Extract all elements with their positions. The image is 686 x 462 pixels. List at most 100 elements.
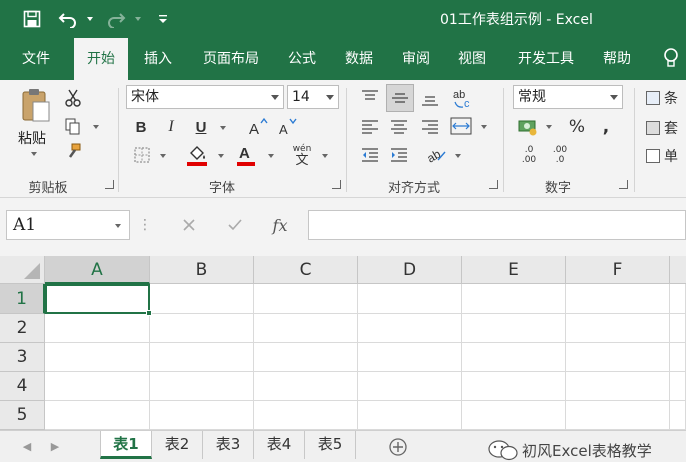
- formula-input[interactable]: [308, 210, 686, 240]
- column-header-b[interactable]: B: [150, 256, 254, 284]
- selected-cell-a1[interactable]: [45, 284, 152, 316]
- row-header-2[interactable]: 2: [0, 314, 45, 343]
- cell-f1[interactable]: [566, 284, 670, 314]
- cell-a4[interactable]: [45, 372, 150, 401]
- cell-e5[interactable]: [462, 401, 566, 430]
- borders-icon[interactable]: [130, 144, 154, 166]
- tab-data[interactable]: 数据: [336, 38, 382, 80]
- column-header-c[interactable]: C: [254, 256, 358, 284]
- cut-scissors-icon[interactable]: [62, 88, 84, 108]
- redo-icon[interactable]: [104, 8, 128, 30]
- tab-developer[interactable]: 开发工具: [508, 38, 584, 80]
- increase-decimal-button[interactable]: .0 .00: [515, 142, 543, 168]
- number-launcher-icon[interactable]: [619, 180, 628, 189]
- cell-f2[interactable]: [566, 314, 670, 343]
- bold-button[interactable]: B: [130, 116, 152, 138]
- borders-dropdown-icon[interactable]: [160, 154, 166, 158]
- middle-align-icon[interactable]: [386, 84, 414, 112]
- cell-g4[interactable]: [670, 372, 686, 401]
- format-as-table-button[interactable]: 套: [646, 116, 686, 140]
- row-header-4[interactable]: 4: [0, 372, 45, 401]
- cell-c1[interactable]: [254, 284, 358, 314]
- paste-clipboard-icon[interactable]: [16, 86, 54, 124]
- comma-style-button[interactable]: ,: [596, 116, 616, 138]
- decrease-decimal-button[interactable]: .00 .0: [546, 142, 574, 168]
- sheet-tab-1[interactable]: 表1: [100, 431, 152, 459]
- merge-dropdown-icon[interactable]: [481, 125, 487, 129]
- tab-help[interactable]: 帮助: [594, 38, 640, 80]
- clipboard-launcher-icon[interactable]: [105, 180, 114, 189]
- underline-dropdown-icon[interactable]: [220, 126, 226, 130]
- cell-g5[interactable]: [670, 401, 686, 430]
- fill-handle[interactable]: [146, 310, 152, 316]
- select-all-corner[interactable]: [0, 256, 45, 284]
- row-header-1[interactable]: 1: [0, 284, 45, 314]
- cell-b4[interactable]: [150, 372, 254, 401]
- paste-dropdown-icon[interactable]: [31, 152, 37, 156]
- confirm-entry-icon[interactable]: [222, 212, 248, 238]
- cell-a2[interactable]: [45, 314, 150, 343]
- tab-home[interactable]: 开始: [74, 38, 128, 80]
- align-right-icon[interactable]: [417, 116, 443, 138]
- formula-bar-grip-icon[interactable]: ⋮: [138, 214, 152, 236]
- cell-b3[interactable]: [150, 343, 254, 372]
- save-icon[interactable]: [20, 8, 44, 30]
- align-left-icon[interactable]: [357, 116, 383, 138]
- cancel-entry-icon[interactable]: [176, 212, 202, 238]
- number-format-select[interactable]: 常规: [513, 85, 623, 109]
- cell-e2[interactable]: [462, 314, 566, 343]
- orientation-icon[interactable]: ab c: [449, 84, 477, 112]
- sheet-tab-4[interactable]: 表4: [254, 431, 305, 459]
- decrease-font-size-icon[interactable]: A: [276, 116, 300, 138]
- copy-icon[interactable]: [62, 116, 84, 136]
- text-direction-icon[interactable]: ab: [424, 144, 448, 166]
- cell-e1[interactable]: [462, 284, 566, 314]
- font-launcher-icon[interactable]: [332, 180, 341, 189]
- phonetic-guide-button[interactable]: wén 文: [288, 142, 316, 170]
- accounting-dropdown-icon[interactable]: [546, 125, 552, 129]
- alignment-launcher-icon[interactable]: [489, 180, 498, 189]
- new-sheet-icon[interactable]: [386, 435, 410, 459]
- merge-center-icon[interactable]: [449, 114, 473, 138]
- font-name-select[interactable]: 宋体: [126, 85, 284, 109]
- tab-file[interactable]: 文件: [10, 38, 62, 80]
- decrease-indent-icon[interactable]: [357, 144, 383, 166]
- increase-indent-icon[interactable]: [386, 144, 412, 166]
- sheet-tab-5[interactable]: 表5: [305, 431, 356, 459]
- italic-button[interactable]: I: [160, 116, 182, 138]
- undo-icon[interactable]: [56, 8, 80, 30]
- underline-button[interactable]: U: [190, 116, 212, 138]
- cell-c5[interactable]: [254, 401, 358, 430]
- tab-insert[interactable]: 插入: [134, 38, 182, 80]
- tab-review[interactable]: 审阅: [394, 38, 438, 80]
- font-size-select[interactable]: 14: [287, 85, 339, 109]
- cell-b1[interactable]: [150, 284, 254, 314]
- cell-f5[interactable]: [566, 401, 670, 430]
- undo-dropdown-icon[interactable]: [84, 8, 96, 30]
- text-direction-dropdown-icon[interactable]: [455, 154, 461, 158]
- format-painter-icon[interactable]: [62, 142, 84, 162]
- cell-d3[interactable]: [358, 343, 462, 372]
- top-align-icon[interactable]: [357, 86, 383, 110]
- cell-d1[interactable]: [358, 284, 462, 314]
- sheet-tab-2[interactable]: 表2: [152, 431, 203, 459]
- cell-e3[interactable]: [462, 343, 566, 372]
- column-header-e[interactable]: E: [462, 256, 566, 284]
- conditional-formatting-button[interactable]: 条: [646, 86, 686, 110]
- customize-qat-icon[interactable]: [156, 8, 170, 30]
- bottom-align-icon[interactable]: [417, 86, 443, 110]
- cell-d4[interactable]: [358, 372, 462, 401]
- column-header-g[interactable]: [670, 256, 686, 284]
- accounting-format-icon[interactable]: [515, 116, 541, 138]
- font-color-icon[interactable]: A: [234, 142, 258, 168]
- tell-me-lightbulb-icon[interactable]: [660, 48, 682, 70]
- paste-label[interactable]: 粘贴: [18, 128, 46, 148]
- cell-g2[interactable]: [670, 314, 686, 343]
- copy-dropdown-icon[interactable]: [93, 125, 99, 129]
- cell-b5[interactable]: [150, 401, 254, 430]
- cell-e4[interactable]: [462, 372, 566, 401]
- row-header-3[interactable]: 3: [0, 343, 45, 372]
- cell-c3[interactable]: [254, 343, 358, 372]
- scroll-tabs-left-icon[interactable]: ◀: [20, 437, 34, 455]
- cell-d2[interactable]: [358, 314, 462, 343]
